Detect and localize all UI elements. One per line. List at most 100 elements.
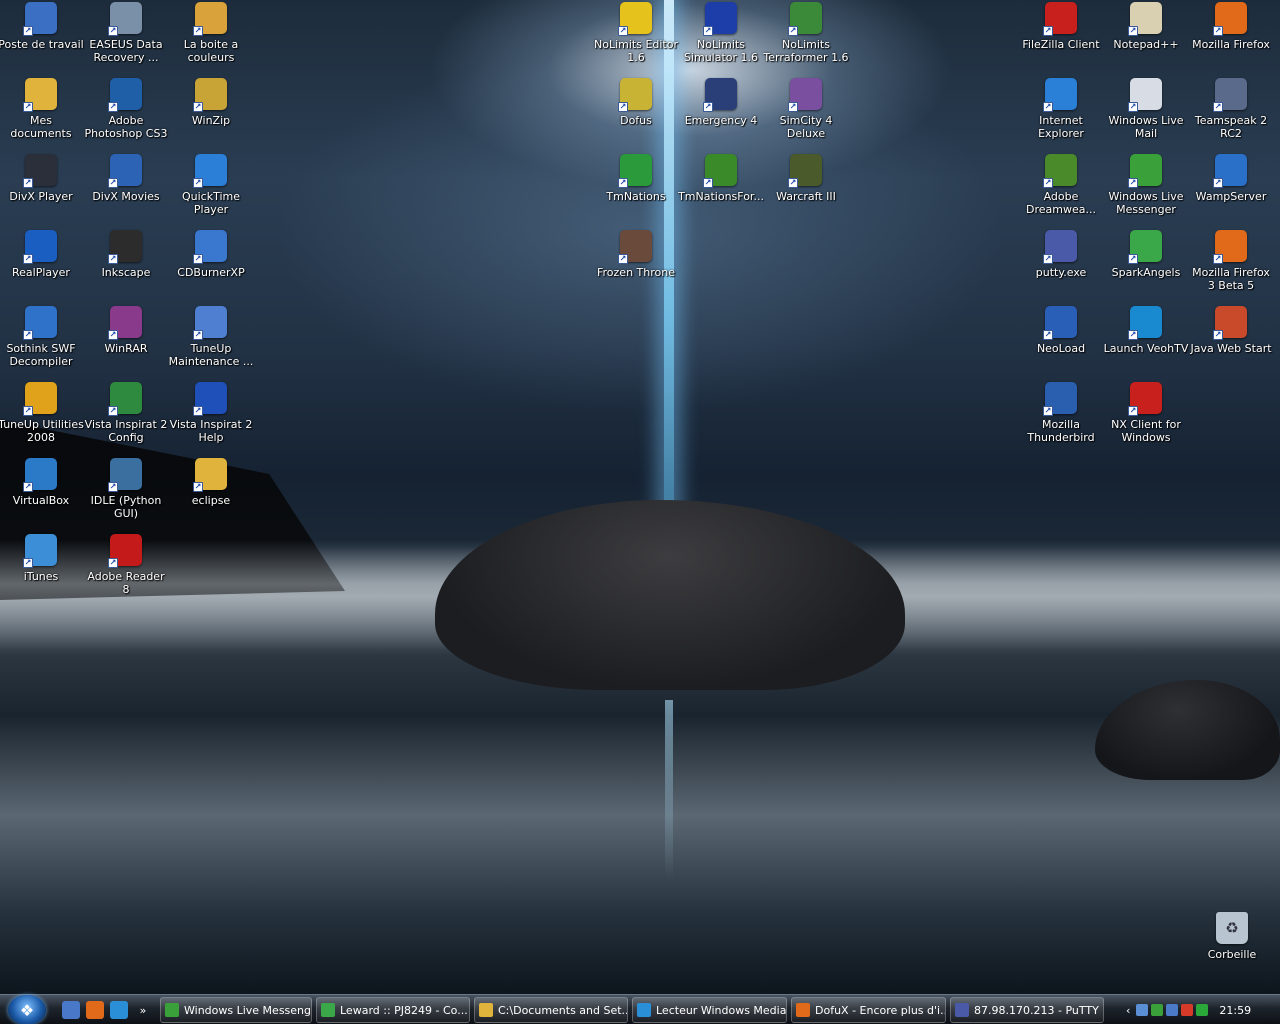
desktop-icon-filezilla[interactable]: ↗ FileZilla Client [1018, 2, 1104, 74]
desktop-icon-tmnations[interactable]: ↗ TmNations [593, 154, 679, 226]
desktop-icon-label: Adobe Dreamwea... [1026, 190, 1096, 216]
desktop-icon-label: Notepad++ [1113, 38, 1179, 51]
desktop-icon-nolimits-terraformer[interactable]: ↗ NoLimits Terraformer 1.6 [763, 2, 849, 74]
tuneup-maintenance-icon: ↗ [193, 306, 227, 340]
desktop-icon-tmnations-forever[interactable]: ↗ TmNationsFor... [678, 154, 764, 226]
desktop-icon-label: Dofus [620, 114, 652, 127]
desktop-icon-folder[interactable]: ↗ eclipse [168, 458, 254, 530]
desktop-icon-nx-client[interactable]: ↗ NX Client for Windows [1103, 382, 1189, 454]
quick-launch-firefox-icon[interactable] [86, 1001, 104, 1019]
desktop-icon-warcraft3[interactable]: ↗ Warcraft III [763, 154, 849, 226]
desktop-icon-teamspeak[interactable]: ↗ Teamspeak 2 RC2 [1188, 78, 1274, 150]
desktop-icon-winzip[interactable]: ↗ WinZip [168, 78, 254, 150]
desktop-icon-data-recovery[interactable]: ↗ EASEUS Data Recovery ... [83, 2, 169, 74]
desktop-icon-virtualbox[interactable]: ↗ VirtualBox [0, 458, 84, 530]
quick-launch-chevron-icon[interactable]: » [134, 1001, 152, 1019]
shortcut-arrow-icon: ↗ [618, 178, 628, 188]
shortcut-arrow-icon: ↗ [23, 406, 33, 416]
desktop-icon-wampserver[interactable]: ↗ WampServer [1188, 154, 1274, 226]
desktop-icon-divx-movies[interactable]: ↗ DivX Movies [83, 154, 169, 226]
desktop-icon-neoload[interactable]: ↗ NeoLoad [1018, 306, 1104, 378]
desktop-icon-sothink[interactable]: ↗ Sothink SWF Decompiler [0, 306, 84, 378]
desktop-icon-label: NeoLoad [1036, 342, 1086, 355]
desktop-icon-label: TuneUp Utilities 2008 [0, 418, 84, 444]
tray-expand-icon[interactable]: ‹ [1126, 1004, 1130, 1017]
desktop-icon-cdburner[interactable]: ↗ CDBurnerXP [168, 230, 254, 302]
desktop-icon-notepadpp[interactable]: ↗ Notepad++ [1103, 2, 1189, 74]
taskbar-button-folder[interactable]: C:\Documents and Set... [474, 997, 628, 1023]
shortcut-arrow-icon: ↗ [1213, 26, 1223, 36]
taskbar-button-chat[interactable]: Leward :: PJ8249 - Co... [316, 997, 470, 1023]
shortcut-arrow-icon: ↗ [193, 330, 203, 340]
desktop-icon-firefox-beta[interactable]: ↗ Mozilla Firefox 3 Beta 5 [1188, 230, 1274, 302]
desktop-icon-simcity4[interactable]: ↗ SimCity 4 Deluxe [763, 78, 849, 150]
desktop-icon-realplayer[interactable]: ↗ RealPlayer [0, 230, 84, 302]
divx-player-icon: ↗ [23, 154, 57, 188]
desktop-icon-label: VirtualBox [12, 494, 70, 507]
firefox-icon [796, 1003, 810, 1017]
desktop-icon-nolimits-simulator[interactable]: ↗ NoLimits Simulator 1.6 [678, 2, 764, 74]
veohtv-icon: ↗ [1128, 306, 1162, 340]
quick-launch-show-desktop-icon[interactable] [62, 1001, 80, 1019]
desktop-icon-divx-player[interactable]: ↗ DivX Player [0, 154, 84, 226]
desktop-icon-vista-inspirat-config[interactable]: ↗ Vista Inspirat 2 Config [83, 382, 169, 454]
desktop-icon-label: WinRAR [104, 342, 148, 355]
desktop-icon-computer[interactable]: ↗ Poste de travail [0, 2, 84, 74]
desktop-icon-color-box[interactable]: ↗ La boite a couleurs [168, 2, 254, 74]
desktop-icon-help[interactable]: ↗ Vista Inspirat 2 Help [168, 382, 254, 454]
desktop-icon-photoshop[interactable]: ↗ Adobe Photoshop CS3 [83, 78, 169, 150]
desktop-icon-label: Mozilla Firefox 3 Beta 5 [1192, 266, 1270, 292]
messenger-tray-icon[interactable] [1151, 1004, 1164, 1016]
frozen-throne-icon: ↗ [618, 230, 652, 264]
taskbar-button-messenger[interactable]: Windows Live Messenger [160, 997, 312, 1023]
desktop-icon-emergency4[interactable]: ↗ Emergency 4 [678, 78, 764, 150]
desktop-icon-dreamweaver[interactable]: ↗ Adobe Dreamwea... [1018, 154, 1104, 226]
desktop-icon-java[interactable]: ↗ Java Web Start [1188, 306, 1274, 378]
security-shield-icon[interactable] [1181, 1004, 1194, 1016]
desktop-icon-dofus[interactable]: ↗ Dofus [593, 78, 679, 150]
quick-launch-media-player-icon[interactable] [110, 1001, 128, 1019]
desktop-icon-label: eclipse [191, 494, 231, 507]
shortcut-arrow-icon: ↗ [1213, 178, 1223, 188]
network-connection-icon[interactable] [1196, 1004, 1209, 1016]
shortcut-arrow-icon: ↗ [1128, 26, 1138, 36]
desktop-icon-sparkangels[interactable]: ↗ SparkAngels [1103, 230, 1189, 302]
start-button[interactable]: ❖ [8, 995, 46, 1024]
volume-icon[interactable] [1136, 1004, 1149, 1016]
desktop-icon-putty[interactable]: ↗ putty.exe [1018, 230, 1104, 302]
adobe-reader-icon: ↗ [108, 534, 142, 568]
desktop-icon-firefox[interactable]: ↗ Mozilla Firefox [1188, 2, 1274, 74]
desktop-icon-itunes[interactable]: ↗ iTunes [0, 534, 84, 606]
network-icon[interactable] [1166, 1004, 1179, 1016]
taskbar-button-label: Lecteur Windows Media [656, 1003, 787, 1017]
clock[interactable]: 21:59 [1219, 1004, 1251, 1017]
shortcut-arrow-icon: ↗ [193, 26, 203, 36]
desktop-icon-label: Teamspeak 2 RC2 [1194, 114, 1268, 140]
firefox-beta-icon: ↗ [1213, 230, 1247, 264]
shortcut-arrow-icon: ↗ [618, 102, 628, 112]
desktop-icon-tuneup-maintenance[interactable]: ↗ TuneUp Maintenance ... [168, 306, 254, 378]
desktop-icon-python[interactable]: ↗ IDLE (Python GUI) [83, 458, 169, 530]
photoshop-icon: ↗ [108, 78, 142, 112]
desktop-icon-documents-folder[interactable]: ↗ Mes documents [0, 78, 84, 150]
desktop-icon-frozen-throne[interactable]: ↗ Frozen Throne [593, 230, 679, 302]
desktop-icon-tuneup-utilities[interactable]: ↗ TuneUp Utilities 2008 [0, 382, 84, 454]
taskbar-button-putty[interactable]: 87.98.170.213 - PuTTY [950, 997, 1104, 1023]
desktop-icon-nolimits-editor[interactable]: ↗ NoLimits Editor 1.6 [593, 2, 679, 74]
desktop-icon-windows-live-mail[interactable]: ↗ Windows Live Mail [1103, 78, 1189, 150]
shortcut-arrow-icon: ↗ [1213, 102, 1223, 112]
desktop-icon-messenger[interactable]: ↗ Windows Live Messenger [1103, 154, 1189, 226]
shortcut-arrow-icon: ↗ [108, 26, 118, 36]
taskbar-button-media-player[interactable]: Lecteur Windows Media [632, 997, 787, 1023]
desktop-icon-recycle-bin[interactable]: ♻ Corbeille [1189, 912, 1275, 984]
desktop-icon-inkscape[interactable]: ↗ Inkscape [83, 230, 169, 302]
shortcut-arrow-icon: ↗ [1213, 254, 1223, 264]
desktop-icon-veohtv[interactable]: ↗ Launch VeohTV [1103, 306, 1189, 378]
desktop-icon-winrar[interactable]: ↗ WinRAR [83, 306, 169, 378]
shortcut-arrow-icon: ↗ [1128, 406, 1138, 416]
desktop-icon-adobe-reader[interactable]: ↗ Adobe Reader 8 [83, 534, 169, 606]
desktop-icon-internet-explorer[interactable]: ↗ Internet Explorer [1018, 78, 1104, 150]
desktop-icon-thunderbird[interactable]: ↗ Mozilla Thunderbird [1018, 382, 1104, 454]
taskbar-button-firefox[interactable]: DofuX - Encore plus d'i... [791, 997, 946, 1023]
desktop-icon-quicktime[interactable]: ↗ QuickTime Player [168, 154, 254, 226]
